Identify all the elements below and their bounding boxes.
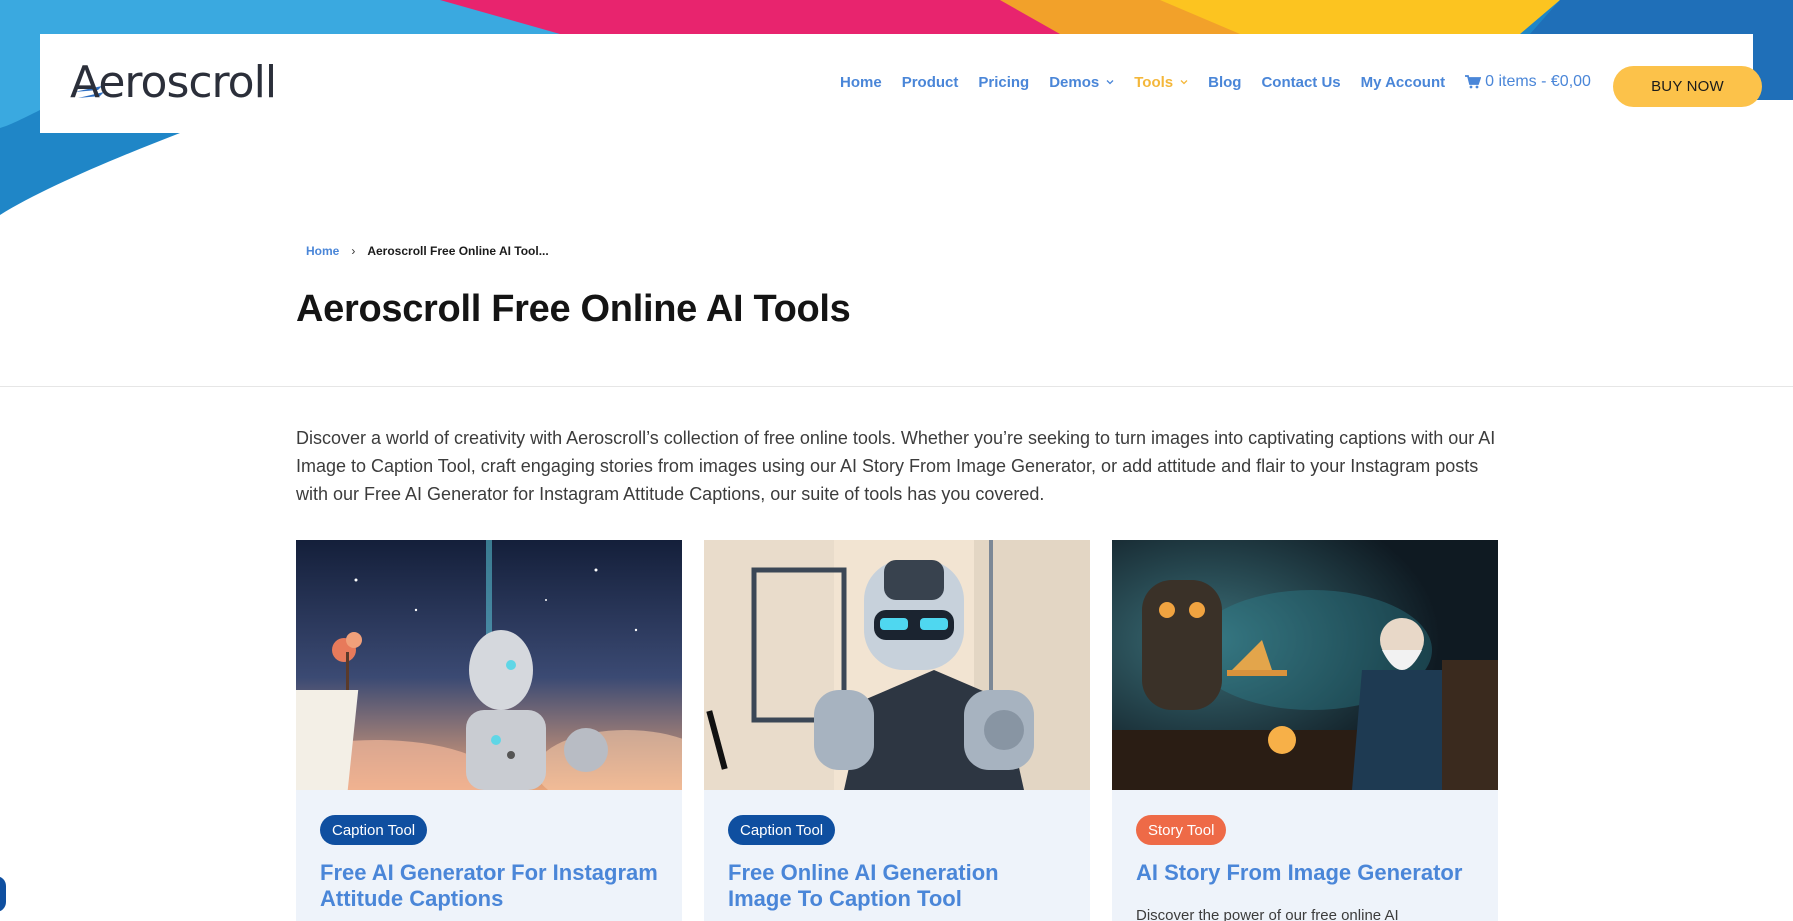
nav-contact[interactable]: Contact Us (1261, 74, 1340, 91)
card-title[interactable]: Free AI Generator For Instagram Attitude… (320, 860, 660, 912)
cart-icon (1465, 75, 1482, 89)
card-title[interactable]: Free Online AI Generation Image To Capti… (728, 860, 1068, 912)
chevron-right-icon: › (351, 244, 356, 258)
divider (0, 386, 1793, 387)
nav-pricing[interactable]: Pricing (978, 74, 1029, 91)
category-badge[interactable]: Caption Tool (320, 815, 428, 845)
nav-my-account[interactable]: My Account (1361, 74, 1445, 91)
nav-product-label: Product (901, 73, 959, 91)
page: Aeroscroll Home Product Pricing Demos To… (0, 0, 1793, 921)
nav-blog-label: Blog (1208, 73, 1242, 91)
category-badge[interactable]: Caption Tool (728, 815, 836, 845)
intro-paragraph: Discover a world of creativity with Aero… (296, 428, 1496, 504)
cart-summary: 0 items - €0,00 (1485, 73, 1591, 90)
main-nav: Home Product Pricing Demos Tools Blog Co… (840, 67, 1591, 97)
breadcrumb-home[interactable]: Home (306, 244, 339, 258)
robot-storyteller-image[interactable] (1112, 540, 1498, 790)
nav-home-label: Home (840, 73, 882, 91)
cart-link[interactable]: 0 items - €0,00 (1465, 73, 1591, 91)
logo-text: Aeroscroll (70, 57, 277, 108)
chevron-down-icon (1180, 80, 1188, 85)
breadcrumb-current: Aeroscroll Free Online AI Tool... (367, 244, 549, 258)
nav-product[interactable]: Product (902, 74, 959, 91)
tool-card[interactable]: Caption Tool Free AI Generator For Insta… (296, 540, 682, 921)
chevron-down-icon (1106, 80, 1114, 85)
nav-contact-label: Contact Us (1261, 73, 1341, 91)
nav-demos-label: Demos (1049, 73, 1100, 91)
nav-demos[interactable]: Demos (1049, 74, 1114, 91)
card-description: Discover the power of our free online AI (1136, 907, 1399, 921)
nav-tools-label: Tools (1134, 73, 1174, 91)
tool-card[interactable]: Caption Tool Free Online AI Generation I… (704, 540, 1090, 921)
chat-widget-button[interactable] (0, 876, 6, 912)
nav-my-account-label: My Account (1360, 73, 1446, 91)
site-header: Aeroscroll Home Product Pricing Demos To… (40, 34, 1762, 133)
tool-card[interactable]: Story Tool AI Story From Image Generator… (1112, 540, 1498, 921)
breadcrumb: Home › Aeroscroll Free Online AI Tool... (306, 244, 549, 258)
nav-tools[interactable]: Tools (1134, 74, 1188, 91)
nav-home[interactable]: Home (840, 74, 882, 91)
category-badge[interactable]: Story Tool (1136, 815, 1227, 845)
card-title[interactable]: AI Story From Image Generator (1136, 860, 1476, 886)
nav-pricing-label: Pricing (978, 73, 1030, 91)
page-title: Aeroscroll Free Online AI Tools (296, 288, 851, 330)
buy-now-button[interactable]: BUY NOW (1613, 66, 1762, 107)
robot-writing-image[interactable] (296, 540, 682, 790)
robot-portrait-image[interactable] (704, 540, 1090, 790)
site-logo[interactable]: Aeroscroll (70, 57, 278, 108)
tool-cards: Caption Tool Free AI Generator For Insta… (296, 540, 1498, 921)
nav-blog[interactable]: Blog (1208, 74, 1241, 91)
